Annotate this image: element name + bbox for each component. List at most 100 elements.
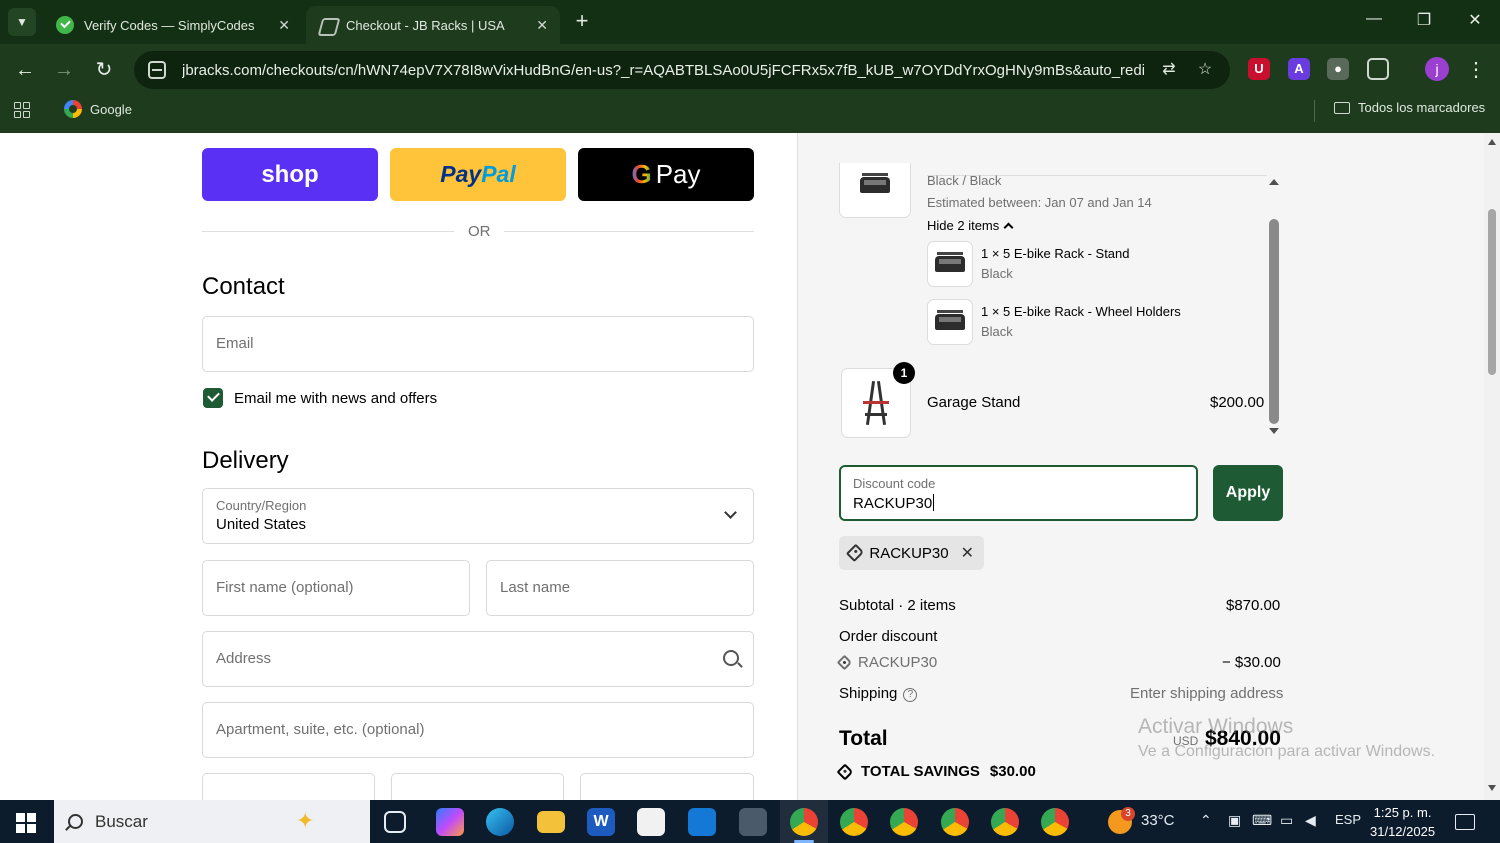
chrome-profile-icon[interactable]: [1041, 808, 1069, 836]
show-hidden-icons[interactable]: ⌃: [1200, 812, 1212, 829]
reload-button[interactable]: ↻: [90, 56, 118, 84]
items-scroll-up-arrow[interactable]: [1269, 179, 1279, 185]
translate-icon[interactable]: ⇄: [1158, 59, 1180, 81]
chrome-app-icon[interactable]: [790, 808, 818, 836]
paypal-button[interactable]: Pay Pal: [390, 148, 566, 201]
first-name-placeholder: First name (optional): [216, 579, 354, 596]
google-pay-label: Pay: [655, 159, 701, 189]
chrome-profile-icon[interactable]: [941, 808, 969, 836]
copilot-app-icon[interactable]: [436, 808, 464, 836]
shop-pay-button[interactable]: shop: [202, 148, 378, 201]
network-icon[interactable]: ▭: [1280, 812, 1293, 829]
calculator-app-icon[interactable]: [739, 808, 767, 836]
page-scrollbar[interactable]: [1484, 133, 1500, 800]
newsletter-label[interactable]: Email me with news and offers: [234, 390, 437, 407]
file-explorer-icon[interactable]: [537, 811, 565, 833]
bookmark-star-icon[interactable]: ☆: [1194, 59, 1216, 81]
address-field[interactable]: Address: [202, 631, 754, 687]
tab-jbracks-checkout[interactable]: Checkout - JB Racks | USA ✕: [306, 6, 560, 44]
scroll-down-arrow[interactable]: [1488, 785, 1496, 791]
last-name-field[interactable]: Last name: [486, 560, 754, 616]
all-bookmarks-folder[interactable]: Todos los marcadores: [1334, 100, 1485, 115]
language-indicator[interactable]: ESP: [1335, 812, 1361, 827]
shipping-row-label: Shipping?: [839, 685, 918, 702]
url-text[interactable]: jbracks.com/checkouts/cn/hWN74epV7X78I8w…: [182, 62, 1144, 79]
delivery-estimate: Estimated between: Jan 07 and Jan 14: [927, 195, 1152, 210]
taskbar-search[interactable]: Buscar: [54, 800, 370, 843]
scroll-up-arrow[interactable]: [1488, 139, 1496, 145]
sub-item-thumbnail: [927, 241, 973, 287]
edge-app-icon[interactable]: [486, 808, 514, 836]
outlook-app-icon[interactable]: [688, 808, 716, 836]
restore-icon[interactable]: ❐: [1412, 10, 1436, 30]
items-scrollbar-thumb[interactable]: [1269, 219, 1279, 424]
google-icon: [64, 100, 82, 118]
meet-icon[interactable]: ▣: [1228, 812, 1241, 829]
extensions-puzzle-icon[interactable]: [1367, 58, 1389, 80]
quantity-badge: 1: [893, 362, 915, 384]
profile-avatar[interactable]: j: [1425, 57, 1449, 81]
garage-stand-image: [861, 379, 891, 427]
divider-right: [504, 231, 754, 232]
camera-extension-icon[interactable]: ●: [1327, 58, 1349, 80]
system-clock[interactable]: 1:25 p. m. 31/12/2025: [1370, 803, 1435, 841]
site-info-icon[interactable]: [148, 61, 166, 79]
windows-start-icon[interactable]: [16, 813, 36, 833]
minimize-icon[interactable]: —: [1362, 10, 1386, 28]
temperature[interactable]: 33°C: [1141, 812, 1175, 829]
apply-button[interactable]: Apply: [1213, 465, 1283, 521]
email-field[interactable]: Email: [202, 316, 754, 372]
text-caret: [933, 494, 935, 511]
page-scrollbar-thumb[interactable]: [1488, 209, 1496, 375]
ai-extension-icon[interactable]: A: [1288, 58, 1310, 80]
windows-taskbar: Buscar ✦ W 3 33°C ⌃ ▣ ⌨ ▭ ◀ ESP 1:25 p. …: [0, 800, 1500, 843]
tab-search-button[interactable]: ▼: [8, 8, 36, 36]
bookmark-google[interactable]: Google: [64, 100, 132, 118]
forward-button[interactable]: →: [50, 56, 78, 84]
browser-chrome: ▼ Verify Codes — SimplyCodes ✕ Checkout …: [0, 0, 1500, 133]
chrome-profile-icon[interactable]: [840, 808, 868, 836]
tag-icon: [836, 763, 854, 780]
close-window-icon[interactable]: ✕: [1463, 10, 1487, 30]
state-select[interactable]: [391, 773, 564, 800]
shield-extension-icon[interactable]: U: [1248, 58, 1270, 80]
apps-grid-icon[interactable]: [14, 102, 30, 118]
word-app-icon[interactable]: W: [587, 808, 615, 836]
garage-stand-price: $200.00: [1210, 394, 1265, 411]
country-value: United States: [216, 516, 307, 533]
city-field[interactable]: [202, 773, 375, 800]
browser-menu-icon[interactable]: ⋮: [1462, 56, 1490, 84]
store-app-icon[interactable]: [637, 808, 665, 836]
variant-text: Black / Black: [927, 173, 1002, 188]
chrome-profile-icon[interactable]: [890, 808, 918, 836]
new-tab-button[interactable]: +: [570, 10, 594, 34]
items-scroll-down-arrow[interactable]: [1269, 428, 1279, 434]
country-label: Country/Region: [216, 498, 307, 513]
apartment-field[interactable]: Apartment, suite, etc. (optional): [202, 702, 754, 758]
close-icon[interactable]: ✕: [278, 17, 290, 34]
help-icon[interactable]: ?: [903, 688, 918, 702]
volume-icon[interactable]: ◀: [1305, 812, 1316, 829]
chrome-profile-icon[interactable]: [991, 808, 1019, 836]
tab-title: Checkout - JB Racks | USA: [346, 17, 505, 33]
notifications-icon[interactable]: [1455, 814, 1475, 830]
back-button[interactable]: ←: [11, 56, 39, 84]
close-icon[interactable]: ✕: [536, 17, 548, 34]
clock-time: 1:25 p. m.: [1373, 805, 1432, 820]
paypal-label-pal: Pal: [481, 161, 516, 187]
first-name-field[interactable]: First name (optional): [202, 560, 470, 616]
tab-simplycodes[interactable]: Verify Codes — SimplyCodes ✕: [44, 6, 302, 44]
remove-code-icon[interactable]: ✕: [961, 543, 974, 563]
hide-items-toggle[interactable]: Hide 2 items: [927, 218, 1014, 233]
bookmarks-divider: [1314, 100, 1315, 122]
zip-field[interactable]: [580, 773, 754, 800]
google-pay-button[interactable]: G Pay: [578, 148, 754, 201]
address-bar[interactable]: jbracks.com/checkouts/cn/hWN74epV7X78I8w…: [134, 51, 1230, 89]
discount-code-field[interactable]: Discount code RACKUP30: [839, 465, 1198, 521]
newsletter-checkbox[interactable]: [203, 388, 223, 408]
task-view-icon[interactable]: [384, 811, 406, 833]
input-method-icon[interactable]: ⌨: [1252, 812, 1272, 829]
search-icon[interactable]: [723, 650, 739, 666]
copilot-sparkle-icon[interactable]: ✦: [296, 808, 314, 834]
country-select[interactable]: Country/Region United States: [202, 488, 754, 544]
